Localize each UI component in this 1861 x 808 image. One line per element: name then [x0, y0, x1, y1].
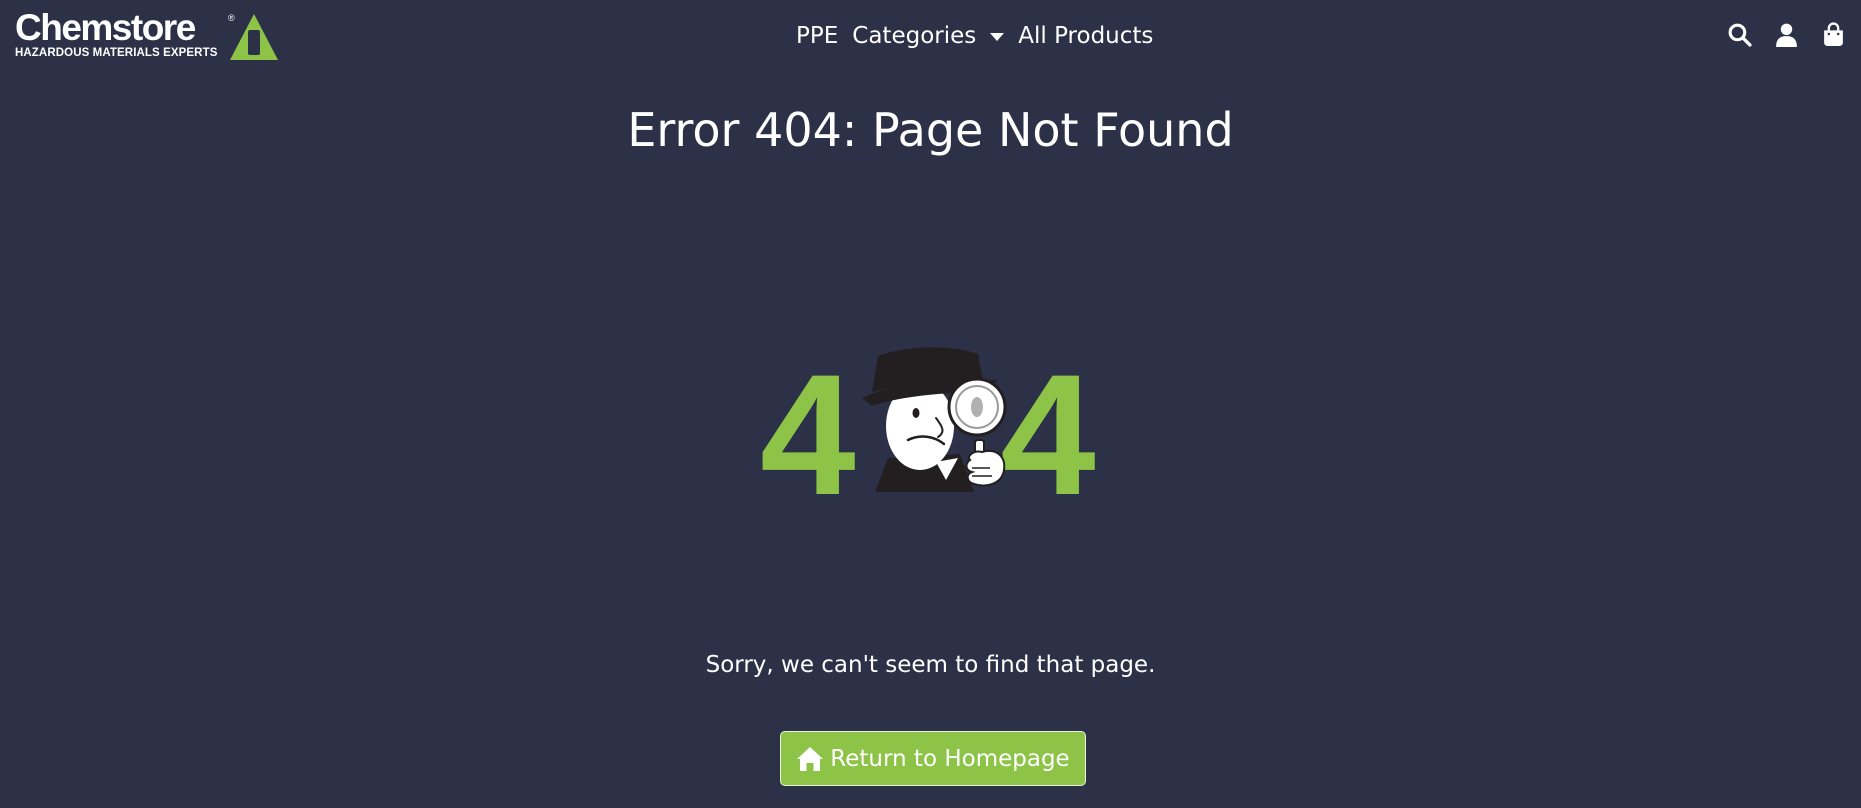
logo-triangle-icon [230, 14, 278, 60]
caret-down-icon [990, 33, 1005, 41]
page-title: Error 404: Page Not Found [627, 103, 1234, 157]
main-nav: PPE Categories All Products [796, 18, 1153, 54]
home-icon [797, 746, 824, 771]
nav-item-all-products[interactable]: All Products [1018, 18, 1153, 54]
user-icon[interactable] [1774, 22, 1799, 47]
search-icon[interactable] [1727, 22, 1752, 47]
return-to-homepage-label: Return to Homepage [830, 745, 1070, 772]
digit-four-right: 4 [1000, 340, 1096, 500]
nav-item-categories[interactable]: Categories [852, 18, 1005, 54]
return-to-homepage-button[interactable]: Return to Homepage [780, 731, 1086, 786]
detective-404-illustration: 4 4 [760, 340, 1096, 500]
nav-item-ppe[interactable]: PPE [796, 18, 838, 54]
header-actions [1727, 22, 1846, 47]
nav-item-categories-label: Categories [852, 23, 977, 49]
not-found-message: Sorry, we can't seem to find that page. [705, 652, 1156, 678]
shopping-bag-icon[interactable] [1821, 22, 1846, 47]
page: Chemstore ® HAZARDOUS MATERIALS EXPERTS … [0, 0, 1861, 808]
brand-logo[interactable]: Chemstore ® HAZARDOUS MATERIALS EXPERTS [15, 7, 280, 62]
brand-tagline: HAZARDOUS MATERIALS EXPERTS [15, 47, 218, 59]
brand-name: Chemstore [15, 7, 196, 48]
digit-four-left: 4 [760, 340, 856, 500]
